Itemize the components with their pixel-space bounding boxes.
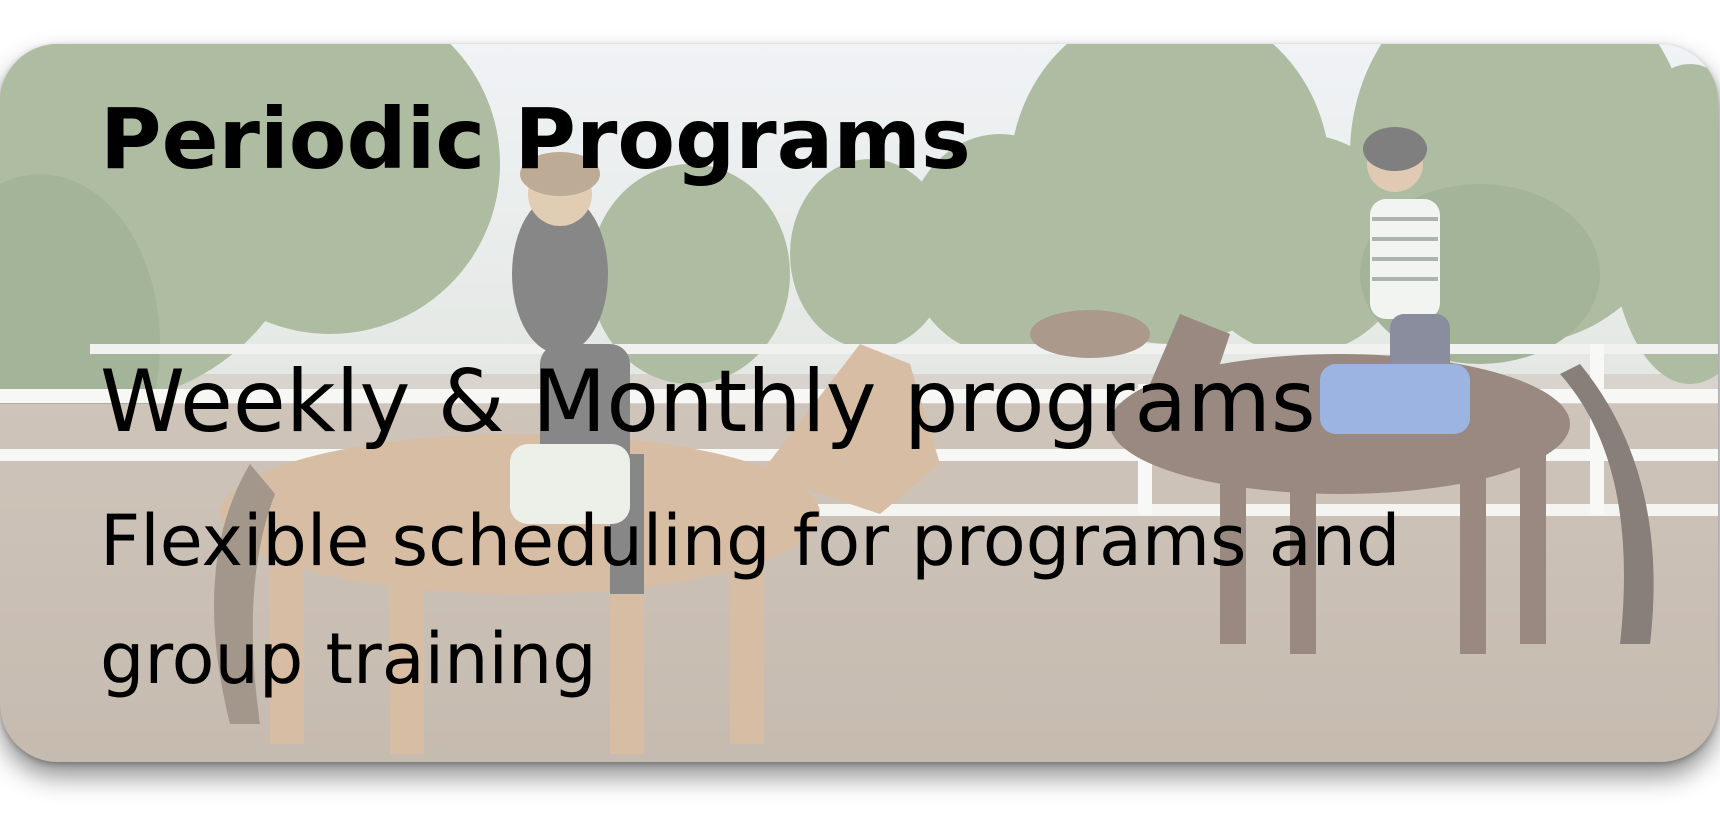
programs-headline: Weekly & Monthly programs — [100, 352, 1316, 452]
programs-card[interactable]: Periodic Programs Weekly & Monthly progr… — [0, 44, 1718, 762]
programs-description: Flexible scheduling for programs and gro… — [100, 500, 1401, 700]
card-title: Periodic Programs — [100, 90, 971, 188]
